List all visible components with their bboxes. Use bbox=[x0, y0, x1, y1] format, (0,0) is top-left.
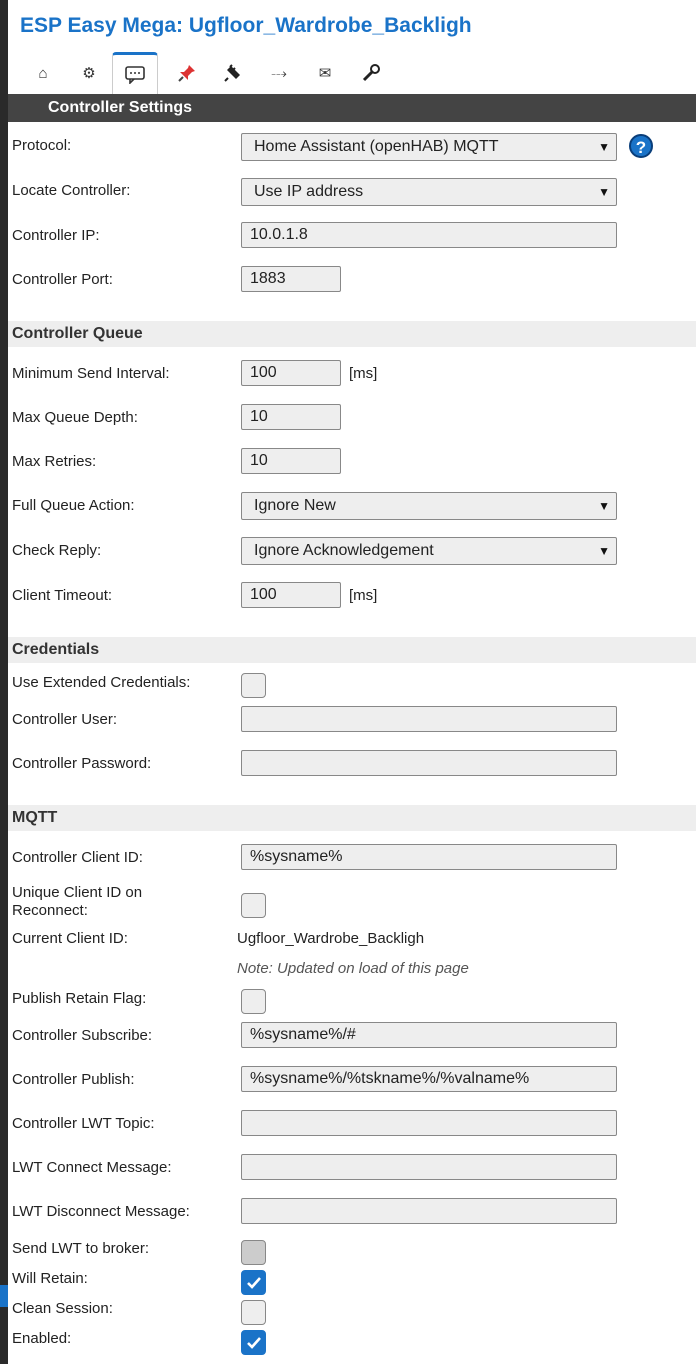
tab-controllers[interactable] bbox=[112, 52, 158, 94]
chevron-down-icon: ▼ bbox=[598, 544, 610, 558]
section-credentials: Credentials bbox=[8, 637, 696, 663]
lwt-disconnect-message-input[interactable] bbox=[241, 1198, 617, 1224]
controller-client-id-label: Controller Client ID: bbox=[12, 849, 143, 866]
envelope-icon: ✉ bbox=[318, 65, 332, 82]
full-queue-action-select[interactable]: Ignore New ▼ bbox=[241, 492, 617, 520]
plug-icon bbox=[224, 64, 240, 82]
lwt-connect-message-input[interactable] bbox=[241, 1154, 617, 1180]
checkmark-icon bbox=[246, 1276, 261, 1289]
tab-home[interactable]: ⌂ bbox=[20, 52, 66, 94]
wrench-icon bbox=[362, 64, 380, 82]
current-client-id-value: Ugfloor_Wardrobe_Backligh bbox=[237, 930, 425, 947]
clean-session-label: Clean Session: bbox=[12, 1300, 113, 1317]
enabled-label: Enabled: bbox=[12, 1330, 72, 1347]
max-queue-depth-input[interactable]: 10 bbox=[241, 404, 341, 430]
locate-controller-label: Locate Controller: bbox=[12, 182, 131, 199]
tab-config[interactable]: ⚙ bbox=[66, 52, 112, 94]
max-queue-depth-label: Max Queue Depth: bbox=[12, 409, 138, 426]
will-retain-checkbox[interactable] bbox=[241, 1270, 266, 1295]
controller-user-label: Controller User: bbox=[12, 711, 118, 728]
lwt-connect-message-label: LWT Connect Message: bbox=[12, 1159, 172, 1176]
client-timeout-input[interactable]: 100 bbox=[241, 582, 341, 608]
protocol-select[interactable]: Home Assistant (openHAB) MQTT ▼ bbox=[241, 133, 617, 161]
page: ESP Easy Mega: Ugfloor_Wardrobe_Backligh… bbox=[8, 0, 696, 1364]
clean-session-checkbox[interactable] bbox=[241, 1300, 266, 1325]
section-header-controller-settings: Controller Settings bbox=[8, 94, 696, 122]
protocol-label: Protocol: bbox=[12, 137, 72, 154]
rules-arrow-icon: ⤏ bbox=[271, 64, 287, 82]
current-client-id-label: Current Client ID: bbox=[12, 930, 128, 947]
controller-subscribe-input[interactable]: %sysname%/# bbox=[241, 1022, 617, 1048]
home-icon: ⌂ bbox=[38, 64, 48, 82]
controller-user-input[interactable] bbox=[241, 706, 617, 732]
controller-password-label: Controller Password: bbox=[12, 755, 152, 772]
controller-port-input[interactable]: 1883 bbox=[241, 266, 341, 292]
enabled-checkbox[interactable] bbox=[241, 1330, 266, 1355]
unique-client-id-checkbox[interactable] bbox=[241, 893, 266, 918]
tab-notifications[interactable]: ✉ bbox=[302, 52, 348, 94]
locate-controller-select[interactable]: Use IP address ▼ bbox=[241, 178, 617, 206]
background-window-strip bbox=[0, 0, 8, 1364]
chat-icon bbox=[125, 65, 145, 84]
gear-icon: ⚙ bbox=[82, 65, 96, 82]
tab-devices[interactable] bbox=[210, 52, 256, 94]
chevron-down-icon: ▼ bbox=[598, 185, 610, 199]
send-lwt-checkbox[interactable] bbox=[241, 1240, 266, 1265]
max-retries-input[interactable]: 10 bbox=[241, 448, 341, 474]
controller-password-input[interactable] bbox=[241, 750, 617, 776]
controller-lwt-topic-input[interactable] bbox=[241, 1110, 617, 1136]
lwt-disconnect-message-label: LWT Disconnect Message: bbox=[12, 1203, 190, 1220]
chevron-down-icon: ▼ bbox=[598, 140, 610, 154]
tab-tools[interactable] bbox=[348, 52, 394, 94]
use-extended-credentials-label: Use Extended Credentials: bbox=[12, 674, 191, 691]
min-send-interval-label: Minimum Send Interval: bbox=[12, 365, 170, 382]
controller-subscribe-label: Controller Subscribe: bbox=[12, 1027, 153, 1044]
will-retain-label: Will Retain: bbox=[12, 1270, 88, 1287]
controller-ip-input[interactable]: 10.0.1.8 bbox=[241, 222, 617, 248]
check-reply-label: Check Reply: bbox=[12, 542, 102, 559]
current-client-id-note: Note: Updated on load of this page bbox=[237, 960, 469, 977]
controller-ip-label: Controller IP: bbox=[12, 227, 100, 244]
section-controller-queue: Controller Queue bbox=[8, 321, 696, 347]
full-queue-action-label: Full Queue Action: bbox=[12, 497, 135, 514]
use-extended-credentials-checkbox[interactable] bbox=[241, 673, 266, 698]
check-reply-select[interactable]: Ignore Acknowledgement ▼ bbox=[241, 537, 617, 565]
controller-client-id-input[interactable]: %sysname% bbox=[241, 844, 617, 870]
page-title: ESP Easy Mega: Ugfloor_Wardrobe_Backligh bbox=[20, 14, 472, 37]
controller-publish-label: Controller Publish: bbox=[12, 1071, 135, 1088]
client-timeout-unit: [ms] bbox=[349, 587, 378, 604]
controller-publish-input[interactable]: %sysname%/%tskname%/%valname% bbox=[241, 1066, 617, 1092]
background-window-highlight bbox=[0, 1285, 8, 1307]
client-timeout-label: Client Timeout: bbox=[12, 587, 113, 604]
tab-hardware[interactable] bbox=[164, 52, 210, 94]
controller-lwt-topic-label: Controller LWT Topic: bbox=[12, 1115, 155, 1132]
pushpin-icon bbox=[178, 65, 195, 82]
section-mqtt: MQTT bbox=[8, 805, 696, 831]
min-send-interval-unit: [ms] bbox=[349, 365, 378, 382]
help-icon[interactable]: ? bbox=[629, 134, 653, 158]
publish-retain-flag-label: Publish Retain Flag: bbox=[12, 990, 147, 1007]
send-lwt-label: Send LWT to broker: bbox=[12, 1240, 150, 1257]
publish-retain-flag-checkbox[interactable] bbox=[241, 989, 266, 1014]
controller-port-label: Controller Port: bbox=[12, 271, 113, 288]
chevron-down-icon: ▼ bbox=[598, 499, 610, 513]
unique-client-id-label-line2: Reconnect: bbox=[12, 902, 88, 919]
max-retries-label: Max Retries: bbox=[12, 453, 97, 470]
tab-rules[interactable]: ⤏ bbox=[256, 52, 302, 94]
min-send-interval-input[interactable]: 100 bbox=[241, 360, 341, 386]
unique-client-id-label-line1: Unique Client ID on bbox=[12, 884, 143, 901]
checkmark-icon bbox=[246, 1336, 261, 1349]
